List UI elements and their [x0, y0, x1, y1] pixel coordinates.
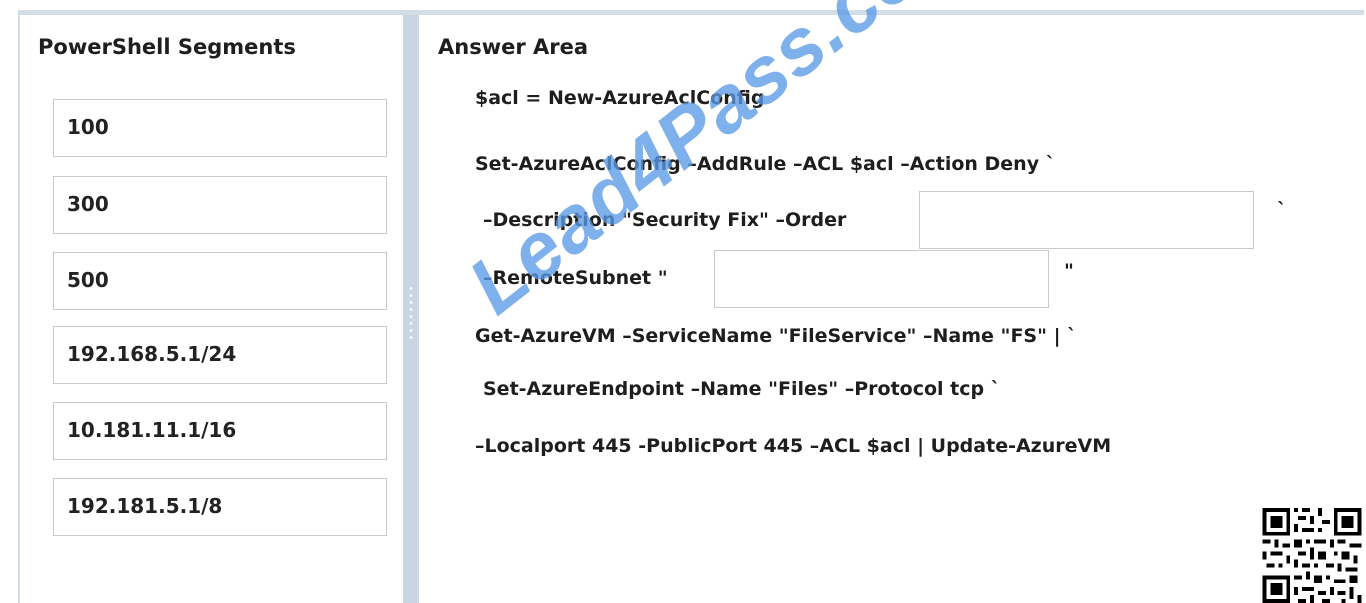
code-line-2: Set-AzureAclConfig –AddRule –ACL $acl –A…	[475, 153, 1056, 175]
segment-item[interactable]: 10.181.11.1/16	[53, 402, 387, 460]
segment-item[interactable]: 300	[53, 176, 387, 234]
segment-label: 500	[67, 268, 109, 292]
remote-subnet-drop-target[interactable]	[714, 250, 1049, 308]
segment-item[interactable]: 192.168.5.1/24	[53, 326, 387, 384]
segment-label: 100	[67, 115, 109, 139]
qr-code-icon	[1262, 508, 1362, 603]
code-line-7: –Localport 445 -PublicPort 445 –ACL $acl…	[475, 435, 1112, 457]
segment-item[interactable]: 500	[53, 252, 387, 310]
segment-item[interactable]: 192.181.5.1/8	[53, 478, 387, 536]
code-line-6: Set-AzureEndpoint –Name "Files" –Protoco…	[483, 378, 1001, 400]
answer-area-panel: Answer Area $acl = New-AzureAclConfig Se…	[419, 15, 1366, 603]
code-line-4: –RemoteSubnet "	[483, 267, 668, 289]
splitter-grip-icon	[409, 285, 413, 341]
pane-splitter[interactable]	[403, 15, 419, 603]
order-drop-target[interactable]	[919, 191, 1254, 249]
segments-panel: PowerShell Segments 100 300 500 192.168.…	[18, 15, 405, 603]
line-closing-quote-4: "	[1064, 260, 1074, 282]
segment-item[interactable]: 100	[53, 99, 387, 157]
segment-label: 192.181.5.1/8	[67, 494, 223, 518]
segment-label: 10.181.11.1/16	[67, 418, 237, 442]
segment-label: 192.168.5.1/24	[67, 342, 237, 366]
line-continuation-3: `	[1277, 199, 1287, 221]
code-line-5: Get-AzureVM –ServiceName "FileService" –…	[475, 325, 1077, 347]
segments-panel-title: PowerShell Segments	[38, 35, 296, 59]
code-line-3: –Description "Security Fix" –Order	[483, 209, 847, 231]
code-line-1: $acl = New-AzureAclConfig	[475, 87, 765, 109]
exam-question-frame: PowerShell Segments 100 300 500 192.168.…	[0, 0, 1366, 603]
answer-area-title: Answer Area	[438, 35, 589, 59]
segment-label: 300	[67, 192, 109, 216]
